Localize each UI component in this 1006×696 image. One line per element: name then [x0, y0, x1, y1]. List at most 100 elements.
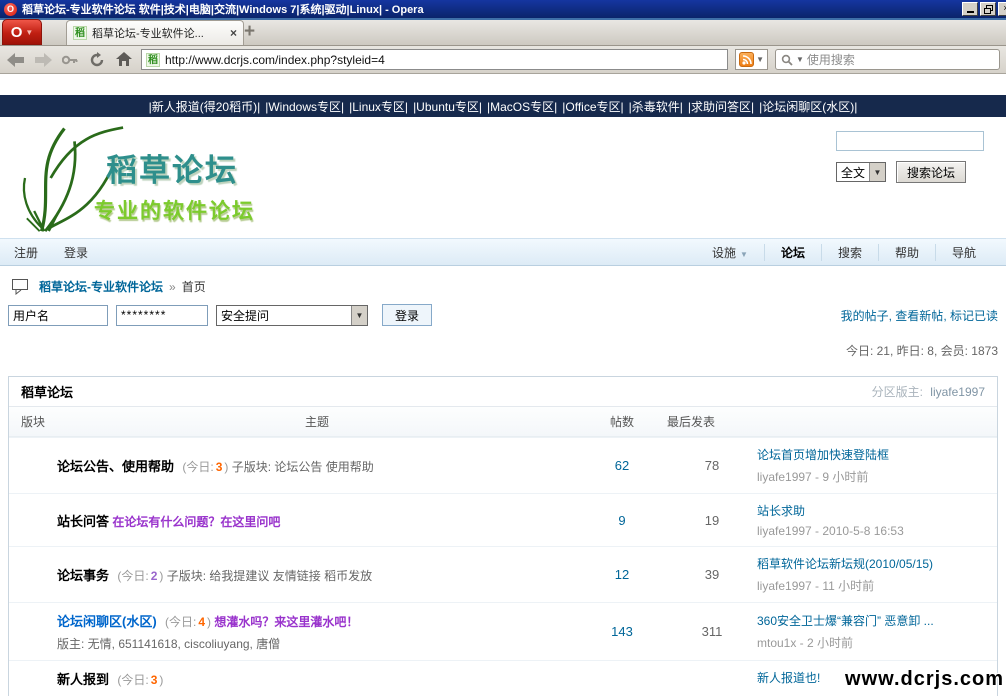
page-content: 稻草论坛-专业软件论坛 » 首页 安全提问 ▼ 登录 [0, 278, 1006, 696]
back-button[interactable] [6, 50, 26, 70]
section-moderator: 分区版主: liyafe1997 [872, 383, 985, 400]
home-icon [116, 52, 132, 67]
tab-title: 稻草论坛-专业软件论... [92, 25, 225, 41]
last-post-link[interactable]: 论坛首页增加快速登陆框 [757, 446, 989, 463]
post-count: 19 [667, 513, 757, 528]
today-label-close: ) [207, 615, 211, 629]
nav-link-help[interactable]: |求助问答区| [688, 98, 754, 115]
subboards[interactable]: 子版块: 论坛公告 使用帮助 [232, 460, 374, 474]
site-navbar: |新人报道(得20稻币)| |Windows专区| |Linux专区| |Ubu… [0, 95, 1006, 117]
address-favicon-icon: 稻 [146, 53, 160, 67]
last-post-meta[interactable]: mtou1x - 2 小时前 [757, 634, 989, 651]
menu-nav[interactable]: 导航 [935, 244, 992, 261]
subboards[interactable]: 子版块: 给我提建议 友情链接 稻币发放 [167, 569, 372, 583]
menu-search[interactable]: 搜索 [821, 244, 878, 261]
table-row: 论坛事务 (今日:2) 子版块: 给我提建议 友情链接 稻币发放 12 39 稻… [9, 546, 997, 602]
logo-subtitle: 专业的软件论坛 [94, 195, 255, 225]
tab-active[interactable]: 稻 稻草论坛-专业软件论... × [66, 20, 244, 45]
forward-icon [34, 53, 52, 67]
username-field[interactable] [8, 305, 108, 326]
post-count: 311 [667, 624, 757, 639]
forum-panel: 稻草论坛 分区版主: liyafe1997 版块 主题 帖数 最后发表 [8, 376, 998, 696]
opera-icon: O [4, 3, 17, 16]
today-label-close: ) [159, 673, 163, 687]
login-button[interactable]: 登录 [382, 304, 432, 326]
board-link[interactable]: 站长问答 [57, 514, 109, 529]
restore-icon [984, 5, 993, 14]
today-label-close: ) [224, 460, 228, 474]
view-new-posts-link[interactable]: 查看新帖 [895, 309, 943, 323]
quick-links-sep: , [943, 309, 950, 323]
opera-menu-icon: O [11, 24, 23, 41]
nav-link-macos[interactable]: |MacOS专区| [487, 98, 557, 115]
back-icon [7, 53, 25, 67]
search-dropdown-icon[interactable]: ▼ [796, 55, 804, 64]
mark-read-link[interactable]: 标记已读 [950, 309, 998, 323]
rss-dropdown-icon[interactable]: ▼ [756, 55, 764, 64]
today-label: (今日: [182, 460, 213, 474]
tab-close-icon[interactable]: × [230, 26, 237, 40]
thread-count: 62 [577, 458, 667, 473]
last-post-link[interactable]: 360安全卫士爆“兼容门” 恶意卸 ... [757, 612, 989, 629]
forum-section-title: 稻草论坛 [21, 382, 73, 401]
today-count: 2 [151, 569, 158, 583]
column-posts: 帖数 [577, 413, 667, 430]
last-post-link[interactable]: 稻草软件论坛新坛规(2010/05/15) [757, 555, 989, 572]
chevron-down-icon: ▼ [351, 306, 367, 325]
title-bar: O 稻草论坛-专业软件论坛 软件|技术|电脑|交流|Windows 7|系统|驱… [0, 0, 1006, 18]
today-label: (今日: [165, 615, 196, 629]
last-post-meta[interactable]: liyafe1997 - 2010-5-8 16:53 [757, 524, 989, 538]
header-search-input[interactable] [836, 131, 984, 151]
toolbar-search[interactable]: ▼ [775, 49, 1000, 70]
menu-facilities[interactable]: 设施▼ [696, 244, 764, 261]
window-title: 稻草论坛-专业软件论坛 软件|技术|电脑|交流|Windows 7|系统|驱动|… [22, 1, 424, 17]
nav-link-ubuntu[interactable]: |Ubuntu专区| [413, 98, 482, 115]
today-count: 4 [198, 615, 205, 629]
nav-link-chat[interactable]: |论坛闲聊区(水区)| [759, 98, 857, 115]
toolbar-search-input[interactable] [807, 53, 994, 67]
forward-button[interactable] [33, 50, 53, 70]
last-post-link[interactable]: 站长求助 [757, 502, 989, 519]
new-tab-button[interactable]: + [244, 22, 255, 42]
nav-link-linux[interactable]: |Linux专区| [349, 98, 408, 115]
security-question-select[interactable]: 安全提问 ▼ [216, 305, 368, 326]
nav-link-office[interactable]: |Office专区| [562, 98, 623, 115]
login-link[interactable]: 登录 [64, 244, 88, 261]
nav-link-newbie[interactable]: |新人报道(得20稻币)| [149, 98, 261, 115]
home-button[interactable] [114, 50, 134, 70]
search-forum-button[interactable]: 搜索论坛 [896, 161, 966, 183]
moderator-link[interactable]: liyafe1997 [930, 385, 985, 399]
rss-button[interactable]: ▼ [735, 49, 768, 70]
logo-title: 稻草论坛 [106, 145, 238, 190]
address-bar[interactable]: 稻 http://www.dcrjs.com/index.php?styleid… [141, 49, 728, 70]
menu-help[interactable]: 帮助 [878, 244, 935, 261]
board-link[interactable]: 新人报到 [57, 672, 109, 687]
board-moderators[interactable]: 版主: 无情, 651141618, ciscoliuyang, 唐僧 [57, 635, 567, 652]
wand-button[interactable] [60, 50, 80, 70]
password-field[interactable] [116, 305, 208, 326]
board-link[interactable]: 论坛事务 [57, 568, 109, 583]
board-link[interactable]: 论坛公告、使用帮助 [57, 459, 174, 474]
menu-forum[interactable]: 论坛 [764, 244, 821, 261]
close-button[interactable]: × [998, 2, 1006, 16]
my-posts-link[interactable]: 我的帖子 [841, 309, 889, 323]
site-watermark: www.dcrjs.com [845, 668, 1004, 691]
nav-link-antivirus[interactable]: |杀毒软件| [629, 98, 683, 115]
minimize-button[interactable] [962, 2, 978, 16]
chevron-down-icon: ▼ [25, 28, 33, 37]
rss-icon [739, 52, 754, 67]
nav-link-windows[interactable]: |Windows专区| [265, 98, 344, 115]
site-logo[interactable]: 稻草论坛 专业的软件论坛 [14, 119, 314, 237]
tab-favicon-icon: 稻 [73, 26, 87, 40]
last-post-meta[interactable]: liyafe1997 - 11 小时前 [757, 577, 989, 594]
reload-button[interactable] [87, 50, 107, 70]
breadcrumb-site-link[interactable]: 稻草论坛-专业软件论坛 [39, 278, 163, 295]
search-scope-select[interactable]: 全文 ▼ [836, 162, 886, 182]
post-count: 78 [667, 458, 757, 473]
quick-links: 我的帖子, 查看新帖, 标记已读 [841, 307, 998, 324]
restore-button[interactable] [980, 2, 996, 16]
opera-menu-button[interactable]: O▼ [2, 19, 42, 45]
last-post-meta[interactable]: liyafe1997 - 9 小时前 [757, 468, 989, 485]
register-link[interactable]: 注册 [14, 244, 38, 261]
board-link[interactable]: 论坛闲聊区(水区) [57, 614, 157, 629]
